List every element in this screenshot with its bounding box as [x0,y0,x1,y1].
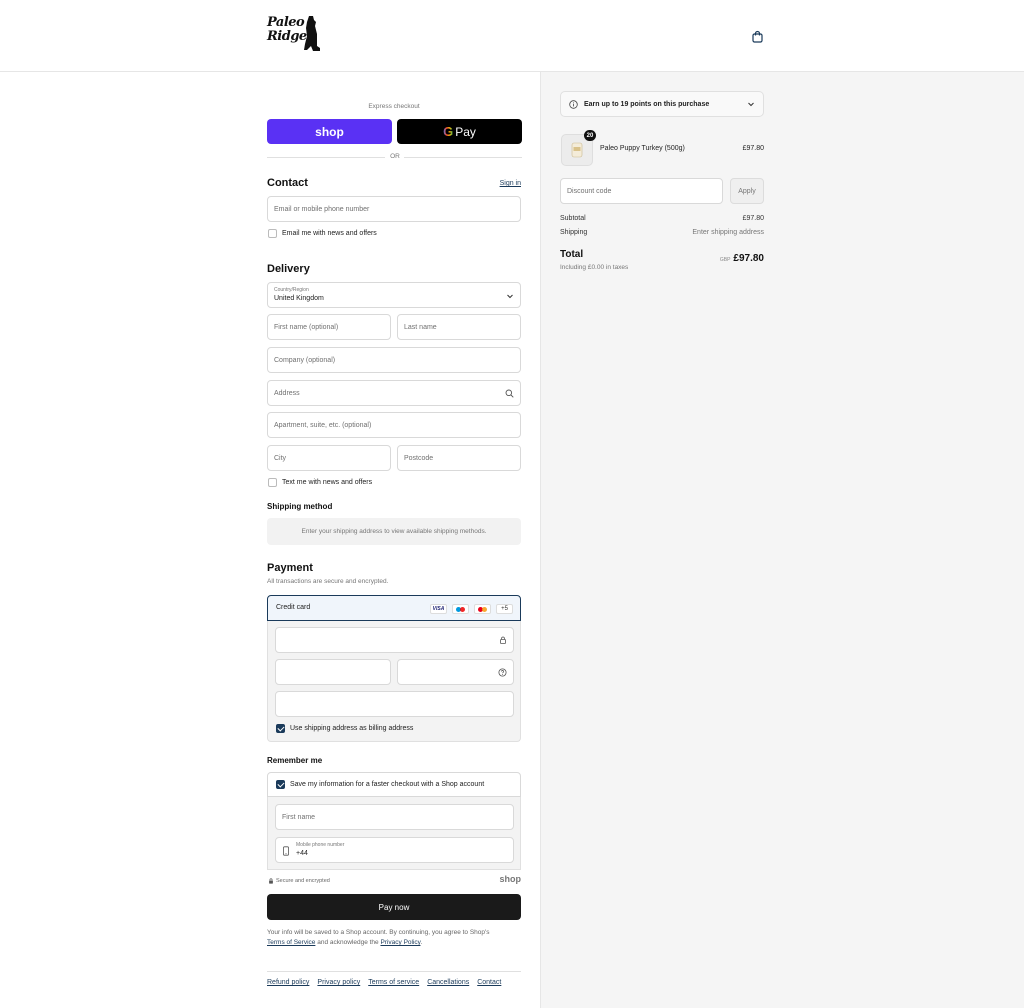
sms-offers-checkbox[interactable] [268,478,277,487]
country-select[interactable]: Country/Region United Kingdom [267,282,521,308]
apartment-input[interactable]: Apartment, suite, etc. (optional) [267,412,521,438]
address-input[interactable]: Address [267,380,521,406]
footer-terms-of-service-link[interactable]: Terms of service [368,979,419,986]
store-logo[interactable]: Paleo Ridge [267,14,321,54]
visa-icon: VISA [430,604,447,614]
email-newsletter-checkbox[interactable] [268,229,277,238]
payment-heading: Payment [267,562,313,574]
contact-heading: Contact [267,177,308,189]
footer-privacy-policy-link[interactable]: Privacy policy [317,979,360,986]
credit-card-option[interactable]: Credit card VISA +5 [267,595,521,621]
card-name-input[interactable] [275,691,514,717]
total-amount: GBP £97.80 [680,248,764,266]
points-text: Earn up to 19 points on this purchase [584,100,710,108]
shop-pay-button[interactable]: shop [267,119,392,144]
discount-code-input[interactable]: Discount code [560,178,723,204]
footer-cancellations-link[interactable]: Cancellations [427,979,469,986]
tax-note: Including £0.00 in taxes [560,264,629,271]
shop-brand-mark: shop [499,874,522,884]
country-value: United Kingdom [274,295,324,302]
billing-address-label: Use shipping address as billing address [290,725,414,732]
quantity-badge: 20 [584,130,596,141]
email-newsletter-label: Email me with news and offers [282,230,377,237]
info-icon [569,99,578,109]
mobile-phone-label: Mobile phone number [296,842,345,848]
shipping-method-message: Enter your shipping address to view avai… [301,528,487,535]
delivery-heading: Delivery [267,263,310,275]
mobile-phone-input[interactable]: Mobile phone number +44 [275,837,514,863]
points-banner[interactable]: Earn up to 19 points on this purchase [560,91,764,117]
postcode-input[interactable]: Postcode [397,445,521,471]
subtotal-label: Subtotal [560,215,586,222]
express-checkout-label: Express checkout [368,103,420,110]
first-name-input[interactable]: First name (optional) [267,314,391,340]
pay-now-button[interactable]: Pay now [267,894,521,920]
save-info-label: Save my information for a faster checkou… [290,781,485,788]
terms-of-service-link[interactable]: Terms of Service [267,939,315,946]
order-summary-panel [540,72,1024,1008]
company-input[interactable]: Company (optional) [267,347,521,373]
lock-icon [500,636,506,644]
remember-me-heading: Remember me [267,756,323,765]
sign-in-link[interactable]: Sign in [480,180,521,187]
gpay-label: Pay [455,124,476,139]
shipping-value: Enter shipping address [692,229,764,236]
product-name: Paleo Puppy Turkey (500g) [600,145,685,152]
google-g-icon: G [443,124,454,139]
footer-refund-policy-link[interactable]: Refund policy [267,979,309,986]
save-info-checkbox[interactable] [276,780,285,789]
lock-icon [269,878,273,884]
payment-subtitle: All transactions are secure and encrypte… [267,578,389,585]
currency-code: GBP [719,257,731,263]
total-label: Total [560,249,584,260]
card-number-input[interactable] [275,627,514,653]
or-divider-left [267,157,385,158]
dog-logo-icon [304,16,320,51]
shop-pay-label: shop [315,124,344,139]
city-input[interactable]: City [267,445,391,471]
legal-text: Your info will be saved to a Shop accoun… [267,929,490,946]
credit-card-label: Credit card [276,604,311,611]
apply-button[interactable]: Apply [730,178,764,204]
maestro-icon [452,604,469,614]
search-icon [505,389,514,398]
shipping-method-placeholder: Enter your shipping address to view avai… [267,518,521,545]
address-placeholder: Address [274,389,300,397]
secure-label: Secure and encrypted [276,878,330,884]
footer-links: Refund policy Privacy policy Terms of se… [267,979,501,986]
subtotal-value: £97.80 [742,215,764,222]
help-icon[interactable] [498,668,507,677]
or-divider-right [404,157,522,158]
mastercard-icon [474,604,491,614]
shipping-method-heading: Shipping method [267,502,333,511]
chevron-down-icon [748,102,754,107]
mobile-phone-icon [283,846,289,856]
country-label: Country/Region [274,287,309,293]
mobile-phone-value: +44 [296,850,308,857]
footer-contact-link[interactable]: Contact [477,979,501,986]
card-expiry-input[interactable] [275,659,391,685]
last-name-input[interactable]: Last name [397,314,521,340]
email-input[interactable]: Email or mobile phone number [267,196,521,222]
footer-divider [267,971,521,972]
card-cvv-input[interactable] [397,659,514,685]
chevron-down-icon [507,294,513,299]
sms-offers-label: Text me with news and offers [282,479,373,486]
header: Paleo Ridge [0,0,1024,72]
shop-first-name-input[interactable]: First name [275,804,514,830]
total-value: £97.80 [733,253,764,264]
product-price: £97.80 [742,145,764,152]
shipping-label: Shipping [560,229,588,236]
shopping-bag-icon[interactable] [751,30,764,43]
pay-now-label: Pay now [378,902,410,912]
or-label: OR [390,153,400,160]
google-pay-button[interactable]: G Pay [397,119,522,144]
billing-address-checkbox[interactable] [276,724,285,733]
more-cards-badge: +5 [496,604,513,614]
privacy-policy-link[interactable]: Privacy Policy [380,939,420,946]
